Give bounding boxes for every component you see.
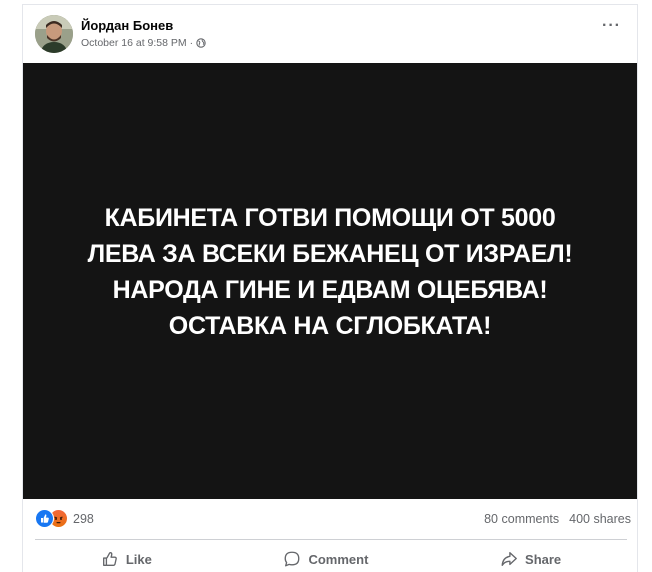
like-label: Like bbox=[125, 551, 152, 567]
comment-button[interactable]: Comment bbox=[283, 542, 368, 568]
reaction-count: 298 bbox=[73, 511, 94, 526]
post-image-text: КАБИНЕТА ГОТВИ ПОМОЩИ ОТ 5000 ЛЕВА ЗА ВС… bbox=[87, 204, 573, 340]
post-stats: 298 80 comments 400 shares bbox=[23, 505, 637, 531]
like-reaction-icon bbox=[35, 509, 54, 528]
thumbs-up-icon bbox=[102, 551, 117, 566]
comment-icon bbox=[285, 551, 300, 567]
share-label: Share bbox=[525, 551, 562, 567]
post-actions: Like Comment Share bbox=[35, 539, 627, 570]
post-card: Йордан Бонев October 16 at 9:58 PM · ···… bbox=[22, 4, 638, 572]
post-timestamp[interactable]: October 16 at 9:58 PM bbox=[81, 37, 187, 49]
post-header: Йордан Бонев October 16 at 9:58 PM · ··· bbox=[23, 5, 637, 63]
more-options-icon[interactable]: ··· bbox=[602, 18, 621, 34]
reactions-summary[interactable]: 298 bbox=[35, 509, 94, 528]
comments-count[interactable]: 80 comments bbox=[484, 512, 559, 526]
avatar-photo bbox=[35, 15, 73, 53]
globe-icon bbox=[196, 38, 206, 48]
post-meta: October 16 at 9:58 PM · bbox=[81, 37, 206, 49]
post-image[interactable]: КАБИНЕТА ГОТВИ ПОМОЩИ ОТ 5000 ЛЕВА ЗА ВС… bbox=[23, 63, 637, 499]
share-icon bbox=[501, 552, 517, 566]
shares-count[interactable]: 400 shares bbox=[569, 512, 631, 526]
engagement-counts: 80 comments 400 shares bbox=[484, 512, 631, 526]
meta-separator: · bbox=[189, 37, 194, 49]
like-button[interactable]: Like bbox=[101, 542, 152, 568]
comment-label: Comment bbox=[308, 551, 369, 567]
author-name[interactable]: Йордан Бонев bbox=[81, 18, 173, 33]
share-button[interactable]: Share bbox=[500, 542, 561, 568]
avatar[interactable] bbox=[35, 15, 73, 53]
